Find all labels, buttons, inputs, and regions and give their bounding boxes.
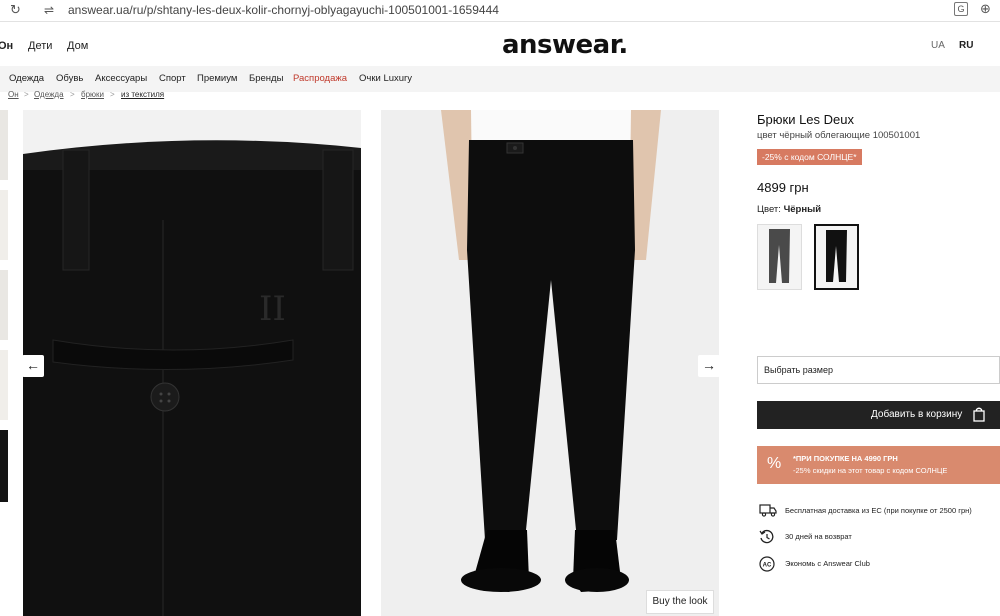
- nav-shoes[interactable]: Обувь: [56, 73, 83, 84]
- category-nav: Одежда Обувь Аксессуары Спорт Премиум Бр…: [0, 66, 1000, 92]
- gender-tab-kids[interactable]: Дети: [28, 40, 52, 52]
- black-trousers-thumb: [816, 226, 857, 288]
- answear-logo[interactable]: answear.: [502, 30, 628, 60]
- nav-sport[interactable]: Спорт: [159, 73, 186, 84]
- pants-closeup-image: II: [23, 110, 361, 616]
- product-photo-full[interactable]: [381, 110, 719, 616]
- grey-trousers-thumb: [758, 225, 801, 289]
- color-swatch-grey[interactable]: [757, 224, 802, 290]
- browser-address-bar: ↻ ⇌ answear.ua/ru/p/shtany-les-deux-koli…: [0, 0, 1000, 22]
- perk-text: Бесплатная доставка из ЕС (при покупке о…: [785, 506, 972, 515]
- perk-text: 30 дней на возврат: [785, 532, 852, 541]
- gender-tab-home[interactable]: Дом: [67, 40, 88, 52]
- perk-club: AC Экономь с Answear Club: [757, 555, 1000, 573]
- gallery-next-arrow-icon[interactable]: →: [698, 355, 720, 377]
- breadcrumb-trousers[interactable]: брюки: [81, 90, 104, 99]
- color-swatch-black[interactable]: [814, 224, 859, 290]
- product-title: Брюки Les Deux: [757, 112, 854, 127]
- reload-icon[interactable]: ↻: [10, 2, 21, 18]
- site-settings-icon[interactable]: ⇌: [44, 3, 54, 17]
- svg-text:II: II: [259, 289, 286, 329]
- breadcrumb-he[interactable]: Он: [8, 90, 19, 99]
- product-subtitle: цвет чёрный облегающие 100501001: [757, 130, 921, 141]
- lang-ua[interactable]: UA: [931, 40, 945, 51]
- site-header: Он Дети Дом answear. UA RU: [0, 22, 1000, 66]
- pants-full-image: [381, 110, 719, 616]
- color-value: Чёрный: [783, 204, 822, 215]
- percent-icon: %: [767, 455, 782, 472]
- breadcrumb-separator: >: [24, 90, 29, 99]
- product-price: 4899 грн: [757, 180, 809, 195]
- truck-icon: [759, 504, 777, 517]
- promo-box: % *ПРИ ПОКУПКЕ НА 4990 ГРН -25% скидки н…: [757, 446, 1000, 484]
- nav-luxury-glasses[interactable]: Очки Luxury: [359, 73, 412, 84]
- promo-line-1: *ПРИ ПОКУПКЕ НА 4990 ГРН: [793, 454, 898, 463]
- perk-free-delivery: Бесплатная доставка из ЕС (при покупке о…: [757, 502, 1000, 520]
- url-text[interactable]: answear.ua/ru/p/shtany-les-deux-kolir-ch…: [68, 3, 499, 17]
- lang-ru[interactable]: RU: [959, 40, 973, 51]
- nav-premium[interactable]: Премиум: [197, 73, 237, 84]
- color-row: Цвет: Чёрный: [757, 204, 821, 215]
- perk-text: Экономь с Answear Club: [785, 559, 870, 568]
- gallery-thumbnail[interactable]: [0, 350, 8, 420]
- nav-accessories[interactable]: Аксессуары: [95, 73, 147, 84]
- breadcrumb-separator: >: [110, 90, 115, 99]
- return-icon: [759, 529, 774, 544]
- zoom-icon[interactable]: ⊕: [980, 1, 991, 17]
- size-select[interactable]: Выбрать размер: [757, 356, 1000, 384]
- nav-sale[interactable]: Распродажа: [293, 73, 347, 84]
- breadcrumb-textile[interactable]: из текстиля: [121, 90, 164, 99]
- gallery-thumbnail[interactable]: [0, 270, 8, 340]
- perk-returns: 30 дней на возврат: [757, 528, 1000, 546]
- promo-line-2: -25% скидки на этот товар с кодом СОЛНЦЕ: [793, 466, 948, 475]
- nav-clothing[interactable]: Одежда: [9, 73, 44, 84]
- add-to-cart-label: Добавить в корзину: [871, 409, 963, 420]
- club-badge-text: AC: [763, 563, 772, 569]
- breadcrumb-separator: >: [70, 90, 75, 99]
- breadcrumb-clothing[interactable]: Одежда: [34, 90, 64, 99]
- gender-tab-he[interactable]: Он: [0, 40, 13, 52]
- product-photo-closeup[interactable]: II: [23, 110, 361, 616]
- color-label: Цвет:: [757, 204, 781, 215]
- promo-badge: -25% с кодом СОЛНЦЕ*: [757, 149, 862, 165]
- add-to-cart-button[interactable]: Добавить в корзину: [757, 401, 1000, 429]
- gallery-thumbnail[interactable]: [0, 110, 8, 180]
- buy-the-look-button[interactable]: Buy the look: [646, 590, 714, 614]
- shopping-bag-icon: [973, 407, 985, 422]
- club-icon: AC: [759, 556, 775, 572]
- translate-icon[interactable]: G: [954, 2, 968, 16]
- gallery-thumbnail[interactable]: [0, 430, 8, 502]
- nav-brands[interactable]: Бренды: [249, 73, 283, 84]
- gallery-thumbnail[interactable]: [0, 190, 8, 260]
- gallery-prev-arrow-icon[interactable]: ←: [22, 355, 44, 377]
